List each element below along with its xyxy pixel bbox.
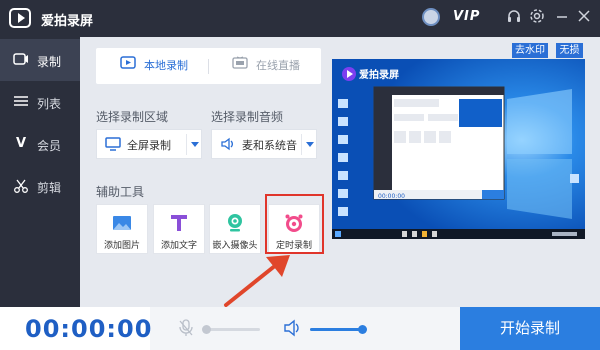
timer-area: 00:00:00 <box>0 307 153 350</box>
text-t-icon <box>169 213 189 233</box>
app-logo-icon <box>9 8 31 28</box>
record-area-value: 全屏录制 <box>127 139 171 152</box>
tool-label: 嵌入摄像头 <box>212 241 258 251</box>
record-area-label: 选择录制区域 <box>96 110 169 124</box>
record-timer: 00:00:00 <box>25 315 153 343</box>
add-text-button[interactable]: 添加文字 <box>153 204 205 254</box>
screen-preview: 00:00:00 爱拍录屏 <box>332 59 585 239</box>
record-audio-label: 选择录制音频 <box>211 110 284 124</box>
minimize-icon[interactable] <box>553 8 571 28</box>
sidebar-item-label: 列表 <box>37 97 62 111</box>
speaker-icon <box>220 137 236 151</box>
monitor-icon <box>105 137 121 151</box>
record-area-select[interactable]: 全屏录制 <box>96 129 202 159</box>
highlight-box <box>265 194 324 254</box>
sidebar-item-vip[interactable]: V 会员 <box>0 123 80 165</box>
lossless-tag[interactable]: 无损 <box>556 43 583 58</box>
start-record-button[interactable]: 开始录制 <box>460 307 600 350</box>
sidebar-item-edit[interactable]: 剪辑 <box>0 165 80 207</box>
dropdown-divider <box>301 134 302 155</box>
mic-volume-slider[interactable] <box>206 328 260 331</box>
close-icon[interactable] <box>575 8 593 28</box>
headset-icon[interactable] <box>505 8 523 28</box>
mic-volume-knob[interactable] <box>202 325 211 334</box>
image-icon <box>112 213 132 233</box>
annotation-arrow-icon <box>224 255 290 307</box>
webcam-icon <box>225 213 245 233</box>
sidebar-item-label: 录制 <box>37 55 62 69</box>
play-icon <box>120 48 136 84</box>
scissors-icon <box>13 178 29 194</box>
add-image-button[interactable]: 添加图片 <box>96 204 148 254</box>
sidebar-item-list[interactable]: 列表 <box>0 81 80 123</box>
preview-watermark: 爱拍录屏 <box>359 68 399 81</box>
record-audio-select[interactable]: 麦和系统音 <box>211 129 317 159</box>
assist-tools-label: 辅助工具 <box>96 185 145 199</box>
record-icon <box>13 52 29 68</box>
tab-divider <box>208 59 209 74</box>
title-bar: 爱拍录屏 VIP <box>0 0 600 37</box>
tool-label: 添加文字 <box>160 241 197 251</box>
dropdown-divider <box>186 134 187 155</box>
chevron-down-icon[interactable] <box>191 142 199 147</box>
speaker-icon[interactable] <box>283 319 301 340</box>
preview-inner-timer: 00:00:00 <box>378 193 405 200</box>
app-title: 爱拍录屏 <box>41 14 94 29</box>
main-panel: 本地录制 在线直播 选择录制区域 全屏录制 选择录制音频 麦和系统音 辅助工具 <box>80 37 600 307</box>
sidebar-item-label: 剪辑 <box>37 181 62 195</box>
mic-muted-icon[interactable] <box>178 319 194 340</box>
tool-label: 添加图片 <box>103 241 140 251</box>
list-icon <box>13 94 29 110</box>
gear-icon[interactable] <box>528 8 546 28</box>
embed-webcam-button[interactable]: 嵌入摄像头 <box>209 204 261 254</box>
record-mode-tabs: 本地录制 在线直播 <box>96 48 321 84</box>
vip-v-icon: V <box>15 136 27 151</box>
sidebar-item-record[interactable]: 录制 <box>0 39 80 81</box>
tab-local-record[interactable]: 本地录制 <box>120 48 188 84</box>
tab-live-stream[interactable]: 在线直播 <box>232 48 300 84</box>
sidebar-item-label: 会员 <box>37 139 62 153</box>
tab-label: 在线直播 <box>256 59 300 72</box>
live-icon <box>232 48 248 84</box>
remove-watermark-tag[interactable]: 去水印 <box>512 43 548 58</box>
desktop-preview-image: 00:00:00 爱拍录屏 <box>332 59 585 239</box>
vip-button[interactable]: VIP <box>453 9 480 24</box>
avatar[interactable] <box>422 8 440 26</box>
tab-label: 本地录制 <box>144 59 188 72</box>
sidebar: 录制 列表 V 会员 剪辑 <box>0 37 80 350</box>
record-audio-value: 麦和系统音 <box>242 139 297 152</box>
speaker-volume-slider[interactable] <box>310 328 362 331</box>
chevron-down-icon[interactable] <box>306 142 314 147</box>
speaker-volume-knob[interactable] <box>358 325 367 334</box>
